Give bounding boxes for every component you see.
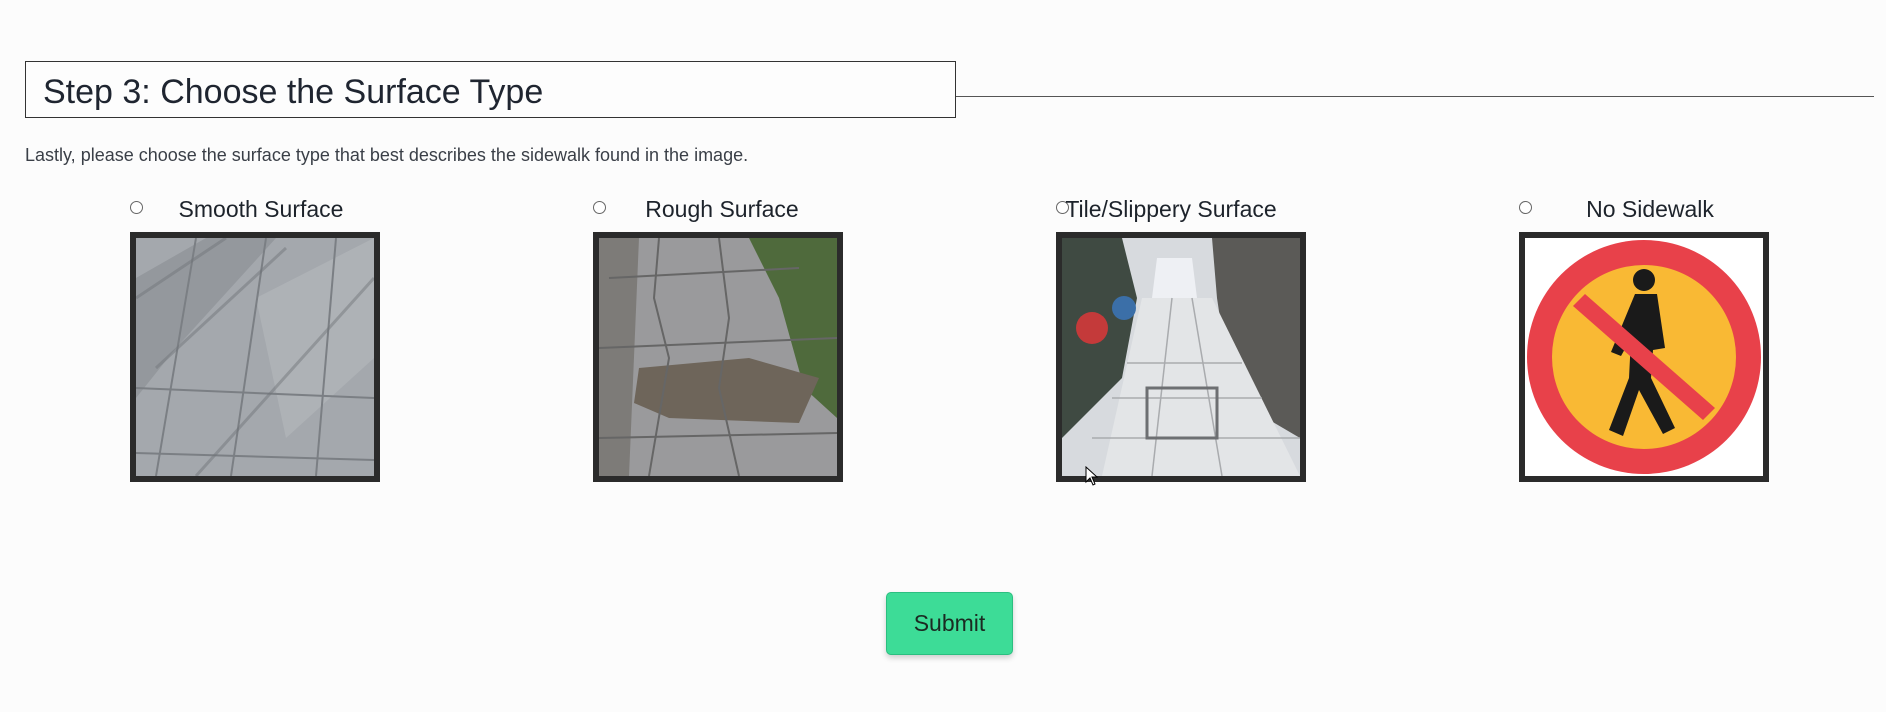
- option-label-tile-slippery-surface: Tile/Slippery Surface: [1065, 196, 1277, 222]
- smooth-surface-image[interactable]: [130, 232, 380, 482]
- step-header: Step 3: Choose the Surface Type: [25, 61, 956, 118]
- page-title: Step 3: Choose the Surface Type: [43, 73, 544, 111]
- option-no-sidewalk: No Sidewalk: [1519, 196, 1779, 486]
- option-tile-slippery-surface: Tile/Slippery Surface: [1056, 196, 1316, 486]
- option-label-rough-surface: Rough Surface: [645, 196, 799, 222]
- option-smooth-surface: Smooth Surface: [130, 196, 390, 486]
- tile-slippery-surface-image[interactable]: [1056, 232, 1306, 482]
- no-pedestrians-sign-icon: [1525, 238, 1763, 476]
- option-label-no-sidewalk: No Sidewalk: [1586, 196, 1714, 222]
- option-label-smooth-surface: Smooth Surface: [178, 196, 344, 222]
- instructions-text: Lastly, please choose the surface type t…: [25, 145, 749, 165]
- no-sidewalk-image[interactable]: [1519, 232, 1769, 482]
- mouse-cursor-icon: [1085, 466, 1099, 486]
- submit-button[interactable]: Submit: [886, 592, 1013, 655]
- header-divider: [956, 96, 1874, 97]
- rough-surface-image[interactable]: [593, 232, 843, 482]
- option-rough-surface: Rough Surface: [593, 196, 853, 486]
